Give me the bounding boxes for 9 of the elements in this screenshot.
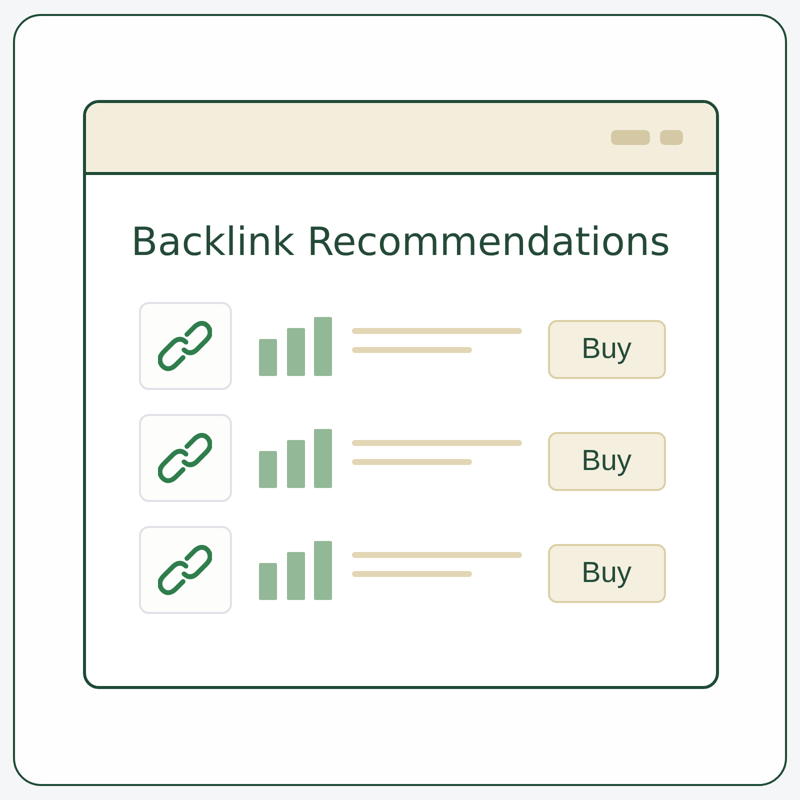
bar-chart-icon (258, 540, 332, 600)
buy-button[interactable]: Buy (548, 432, 666, 490)
page-title: Backlink Recommendations (130, 219, 670, 267)
bar-chart-icon (258, 428, 332, 488)
bar-chart-icon (258, 316, 332, 376)
window-control[interactable] (610, 130, 650, 145)
buy-button[interactable]: Buy (548, 544, 666, 602)
window-control[interactable] (660, 130, 682, 145)
buy-button[interactable]: Buy (548, 320, 666, 378)
